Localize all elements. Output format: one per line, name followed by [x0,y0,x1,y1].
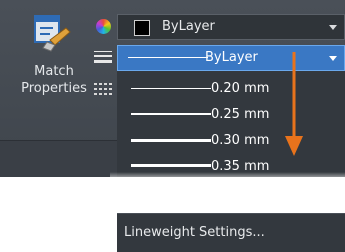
lineweight-option-0-25[interactable]: 0.25 mm [117,101,307,127]
lineweight-sample-line [131,164,211,167]
lineweight-option-0-30[interactable]: 0.30 mm [117,127,307,153]
torn-edge [110,172,345,190]
chevron-down-icon [329,25,337,30]
lineweight-icon [94,51,112,65]
match-properties-icon[interactable] [33,14,73,54]
match-properties-label-line2: Properties [21,81,87,96]
linetype-icon [94,83,112,95]
color-dropdown[interactable]: ByLayer [117,14,345,40]
color-swatch [134,20,150,36]
lineweight-option-label: 0.20 mm [211,81,270,96]
lineweight-sample-line [131,139,211,142]
lineweight-dropdown-value: ByLayer [205,50,258,65]
lineweight-sample-line [131,88,211,89]
lineweight-settings-menu-item[interactable]: Lineweight Settings... [117,213,345,252]
lineweight-option-0-20[interactable]: 0.20 mm [117,75,307,101]
match-properties-button[interactable]: Match Properties [14,63,94,97]
lineweight-option-label: 0.30 mm [211,133,270,148]
color-wheel-icon [96,19,111,34]
lineweight-sample-line [131,113,211,115]
ribbon-panel: Match Properties ByLayer ByLayer 0.20 mm… [0,0,345,177]
lineweight-sample-line [128,57,208,58]
lineweight-option-label: 0.25 mm [211,107,270,122]
lineweight-settings-label: Lineweight Settings... [124,225,265,240]
lineweight-dropdown-list: 0.20 mm 0.25 mm 0.30 mm 0.35 mm [117,71,345,177]
color-dropdown-value: ByLayer [162,19,215,34]
scroll-down-arrow-annotation [285,52,303,156]
chevron-down-icon [329,56,337,61]
match-properties-label-line1: Match [34,64,74,79]
lineweight-dropdown[interactable]: ByLayer [117,45,345,71]
